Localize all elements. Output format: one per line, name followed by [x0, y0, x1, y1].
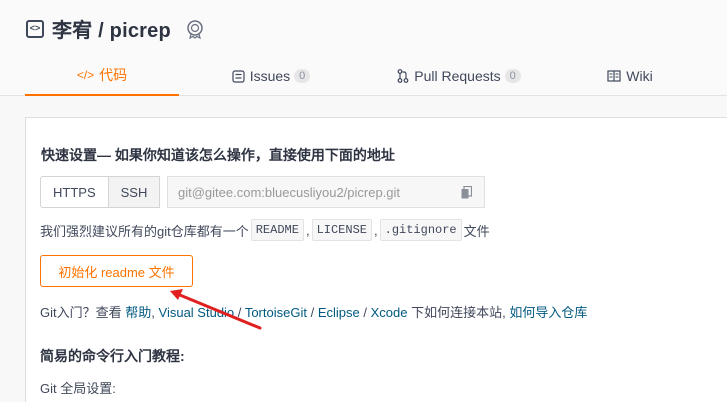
suggest-prefix: 我们强烈建议所有的git仓库都有一个: [40, 223, 249, 239]
tab-code[interactable]: </> 代码: [25, 56, 179, 96]
help-line: Git入门？查看 帮助, Visual Studio / TortoiseGit…: [40, 302, 587, 321]
wiki-icon: [607, 70, 621, 82]
visual-studio-link[interactable]: Visual Studio: [159, 305, 235, 320]
tab-pull-requests-label: Pull Requests: [414, 68, 501, 84]
help-mid: 下如何连接本站,: [411, 305, 506, 320]
clone-url-text: git@gitee.com:bluecusliyou2/picrep.git: [178, 184, 401, 200]
repo-icon: <>: [26, 19, 44, 38]
init-readme-button[interactable]: 初始化 readme 文件: [40, 255, 193, 287]
suggest-sep-2: ,: [374, 222, 378, 238]
repo-name[interactable]: 李宥 / picrep: [52, 14, 171, 43]
license-chip: LICENSE: [311, 219, 372, 241]
eclipse-link[interactable]: Eclipse: [318, 305, 360, 320]
code-icon: </>: [76, 68, 95, 82]
issues-count-badge: 0: [294, 69, 311, 83]
repo-header: <> 李宥 / picrep </> 代码 Issues 0 Pull Requ…: [0, 0, 727, 96]
suggest-sep-1: ,: [305, 222, 310, 238]
tab-pull-requests[interactable]: Pull Requests 0: [395, 56, 523, 96]
tab-code-label: 代码: [99, 67, 128, 83]
pull-request-icon: [397, 69, 409, 83]
slash-separator: /: [363, 305, 367, 320]
protocol-switch: HTTPS SSH: [40, 176, 161, 208]
import-repo-link[interactable]: 如何导入仓库: [509, 305, 587, 320]
https-button[interactable]: HTTPS: [40, 176, 109, 208]
tab-issues[interactable]: Issues 0: [230, 56, 312, 96]
clone-url-field[interactable]: git@gitee.com:bluecusliyou2/picrep.git: [167, 176, 485, 208]
quick-setup-panel: 快速设置— 如果你知道该怎么操作，直接使用下面的地址 HTTPS SSH git…: [25, 117, 727, 402]
tab-wiki-label: Wiki: [626, 68, 653, 84]
repo-title-row: <> 李宥 / picrep: [26, 14, 205, 43]
global-setting-label: Git 全局设置:: [40, 381, 116, 396]
help-prefix: Git入门？查看: [40, 305, 122, 320]
gitignore-chip: .gitignore: [379, 219, 462, 241]
ssh-button[interactable]: SSH: [108, 176, 161, 208]
copy-icon[interactable]: [461, 186, 472, 199]
xcode-link[interactable]: Xcode: [371, 305, 408, 320]
slash-separator: /: [310, 305, 315, 320]
pull-requests-count-badge: 0: [504, 69, 521, 83]
repo-tabs: </> 代码 Issues 0 Pull Requests 0 Wiki: [0, 56, 727, 96]
file-suggestion: 我们强烈建议所有的git仓库都有一个 README , LICENSE , .g…: [40, 219, 490, 241]
help-link[interactable]: 帮助: [125, 305, 151, 320]
suggest-suffix: 文件: [463, 223, 490, 239]
tutorial-title: 简易的命令行入门教程:: [40, 348, 185, 364]
tab-issues-label: Issues: [249, 68, 291, 84]
help-comma: ,: [151, 305, 155, 320]
quick-setup-title: 快速设置— 如果你知道该怎么操作，直接使用下面的地址: [41, 147, 395, 163]
award-badge-icon[interactable]: [185, 19, 205, 39]
tab-wiki[interactable]: Wiki: [604, 56, 656, 96]
issues-icon: [232, 69, 245, 83]
tortoisegit-link[interactable]: TortoiseGit: [245, 305, 307, 320]
slash-separator: /: [237, 305, 242, 320]
readme-chip: README: [250, 219, 304, 241]
